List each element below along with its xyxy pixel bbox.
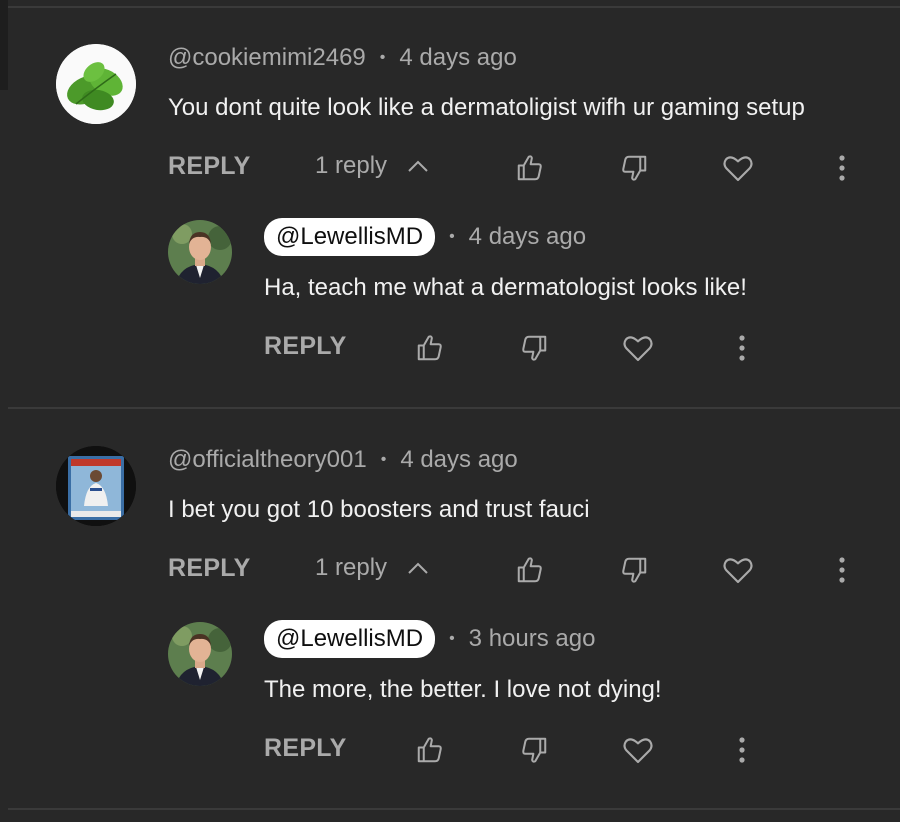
more-vert-icon[interactable]: [822, 550, 862, 590]
replies-count: 1 reply: [315, 554, 388, 581]
comment-time[interactable]: 4 days ago: [399, 44, 516, 72]
chevron-up-icon: [408, 562, 428, 574]
reply-author[interactable]: @LewellisMD: [264, 620, 436, 658]
reply-button[interactable]: REPLY: [168, 554, 251, 583]
reply-button[interactable]: REPLY: [168, 152, 251, 181]
replies-toggle[interactable]: 1 reply: [315, 554, 429, 582]
heart-icon[interactable]: [718, 550, 758, 590]
chevron-up-icon: [408, 160, 428, 172]
comment-meta: @officialtheory001 • 4 days ago: [168, 446, 518, 474]
reply-text: The more, the better. I love not dying!: [264, 676, 662, 703]
more-vert-icon[interactable]: [722, 730, 762, 770]
heart-icon[interactable]: [718, 148, 758, 188]
thumbs-up-icon[interactable]: [510, 148, 550, 188]
thumbs-down-icon[interactable]: [614, 550, 654, 590]
reply-meta: @LewellisMD • 4 days ago: [264, 218, 586, 256]
avatar-lewellismd[interactable]: [168, 220, 232, 284]
thread-divider: [8, 407, 900, 409]
comment-text: I bet you got 10 boosters and trust fauc…: [168, 496, 590, 523]
avatar-basil[interactable]: [56, 44, 136, 124]
comment-meta: @cookiemimi2469 • 4 days ago: [168, 44, 517, 72]
avatar-baseball-card[interactable]: [56, 446, 136, 526]
separator-dot: •: [449, 228, 455, 245]
reply-text: Ha, teach me what a dermatologist looks …: [264, 274, 747, 301]
more-vert-icon[interactable]: [722, 328, 762, 368]
heart-icon[interactable]: [618, 730, 658, 770]
heart-icon[interactable]: [618, 328, 658, 368]
thumbs-up-icon[interactable]: [410, 328, 450, 368]
reply-author[interactable]: @LewellisMD: [264, 218, 436, 256]
thumbs-up-icon[interactable]: [510, 550, 550, 590]
thumbs-down-icon[interactable]: [514, 328, 554, 368]
separator-dot: •: [379, 49, 386, 66]
thumbs-down-icon[interactable]: [514, 730, 554, 770]
separator-dot: •: [449, 630, 455, 647]
avatar-lewellismd[interactable]: [168, 622, 232, 686]
reply-time[interactable]: 3 hours ago: [469, 625, 596, 653]
comment-author[interactable]: @cookiemimi2469: [168, 44, 366, 72]
bottom-divider: [8, 808, 900, 810]
reply-actions: REPLY: [264, 328, 764, 368]
thumbs-up-icon[interactable]: [410, 730, 450, 770]
replies-toggle[interactable]: 1 reply: [315, 152, 429, 180]
more-vert-icon[interactable]: [822, 148, 862, 188]
top-divider: [8, 6, 900, 8]
reply-meta: @LewellisMD • 3 hours ago: [264, 620, 595, 658]
reply-actions: REPLY: [264, 730, 764, 770]
left-edge-strip: [0, 0, 8, 90]
reply-button[interactable]: REPLY: [264, 332, 347, 361]
reply-button[interactable]: REPLY: [264, 734, 347, 763]
separator-dot: •: [380, 451, 387, 468]
reply-time[interactable]: 4 days ago: [469, 223, 586, 251]
replies-count: 1 reply: [315, 152, 388, 179]
comment-author[interactable]: @officialtheory001: [168, 446, 367, 474]
thumbs-down-icon[interactable]: [614, 148, 654, 188]
comment-actions: REPLY 1 reply: [168, 148, 868, 188]
comment-time[interactable]: 4 days ago: [400, 446, 517, 474]
comment-text: You dont quite look like a dermatoligist…: [168, 94, 805, 121]
comment-actions: REPLY 1 reply: [168, 550, 868, 590]
